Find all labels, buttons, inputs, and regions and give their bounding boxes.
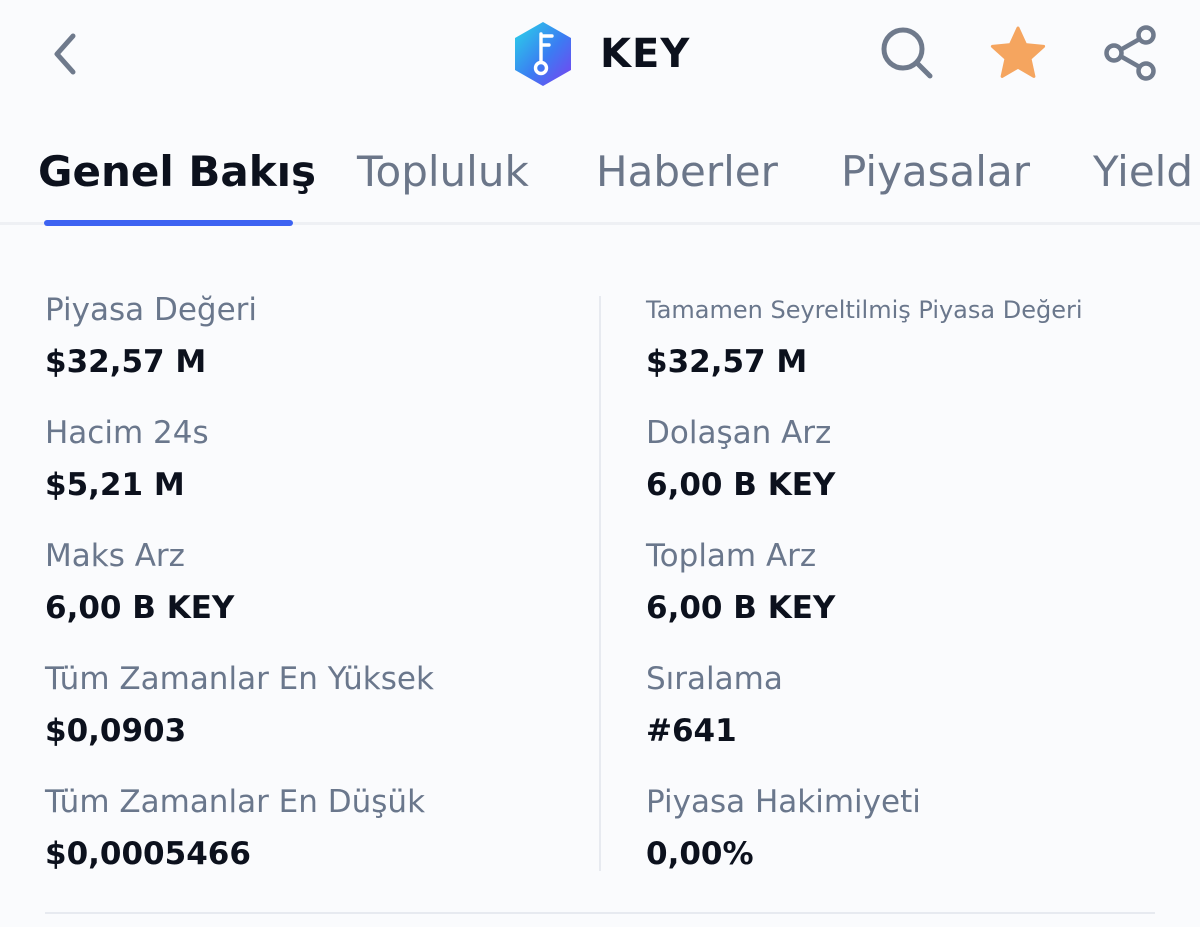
share-button[interactable]: [1101, 24, 1159, 82]
share-icon: [1104, 25, 1156, 81]
stat-circulating-supply: Dolaşan Arz 6,00 B KEY: [646, 413, 1186, 505]
stat-label: Piyasa Hakimiyeti: [646, 784, 921, 820]
search-button[interactable]: [878, 24, 936, 82]
stat-all-time-low: Tüm Zamanlar En Düşük $0,0005466: [45, 782, 585, 874]
stat-label: Piyasa Değeri: [45, 292, 258, 328]
stats-panel: Piyasa Değeri $32,57 M Hacim 24s $5,21 M…: [0, 280, 1200, 900]
stat-value: #641: [646, 713, 737, 749]
back-button[interactable]: [42, 30, 86, 78]
stat-label: Hacim 24s: [45, 415, 209, 451]
stat-label: Toplam Arz: [646, 538, 817, 574]
stat-value: $5,21 M: [45, 467, 185, 503]
search-icon: [881, 27, 933, 79]
stat-value: $0,0903: [45, 713, 187, 749]
tab-news[interactable]: Haberler: [596, 142, 778, 202]
tab-overview[interactable]: Genel Bakış: [38, 142, 316, 202]
stat-value: $0,0005466: [45, 836, 251, 872]
stat-market-dominance: Piyasa Hakimiyeti 0,00%: [646, 782, 1186, 874]
stat-label: Tamamen Seyreltilmiş Piyasa Değeri: [646, 296, 1083, 324]
stat-value: $32,57 M: [646, 344, 808, 380]
top-bar: KEY: [0, 0, 1200, 110]
stat-value: 6,00 B KEY: [646, 467, 836, 503]
stat-label: Tüm Zamanlar En Düşük: [45, 784, 426, 820]
tab-community[interactable]: Topluluk: [357, 142, 529, 202]
stat-label: Sıralama: [646, 661, 783, 697]
chevron-left-icon: [54, 33, 76, 75]
stat-label: Tüm Zamanlar En Yüksek: [45, 661, 434, 697]
tab-yield[interactable]: Yield: [1093, 142, 1193, 202]
active-tab-indicator: [44, 220, 293, 226]
stat-value: $32,57 M: [45, 344, 207, 380]
stat-rank: Sıralama #641: [646, 659, 1186, 751]
tab-bar: Genel Bakış Topluluk Haberler Piyasalar …: [0, 130, 1200, 226]
stat-total-supply: Toplam Arz 6,00 B KEY: [646, 536, 1186, 628]
stat-value: 0,00%: [646, 836, 754, 872]
stat-volume-24h: Hacim 24s $5,21 M: [45, 413, 585, 505]
star-icon: [990, 26, 1046, 78]
stat-label: Dolaşan Arz: [646, 415, 832, 451]
stat-all-time-high: Tüm Zamanlar En Yüksek $0,0903: [45, 659, 585, 751]
stat-value: 6,00 B KEY: [45, 590, 235, 626]
coin-name: KEY: [600, 31, 691, 77]
stat-label: Maks Arz: [45, 538, 185, 574]
stat-max-supply: Maks Arz 6,00 B KEY: [45, 536, 585, 628]
stat-market-cap: Piyasa Değeri $32,57 M: [45, 290, 585, 382]
stat-fully-diluted-market-cap: Tamamen Seyreltilmiş Piyasa Değeri $32,5…: [646, 290, 1186, 382]
favorite-button[interactable]: [989, 24, 1047, 82]
stat-value: 6,00 B KEY: [646, 590, 836, 626]
tab-markets[interactable]: Piyasalar: [841, 142, 1030, 202]
coin-logo-icon: [515, 22, 571, 86]
coin-title: KEY: [512, 20, 690, 88]
section-divider: [45, 912, 1155, 914]
column-divider: [599, 296, 601, 871]
